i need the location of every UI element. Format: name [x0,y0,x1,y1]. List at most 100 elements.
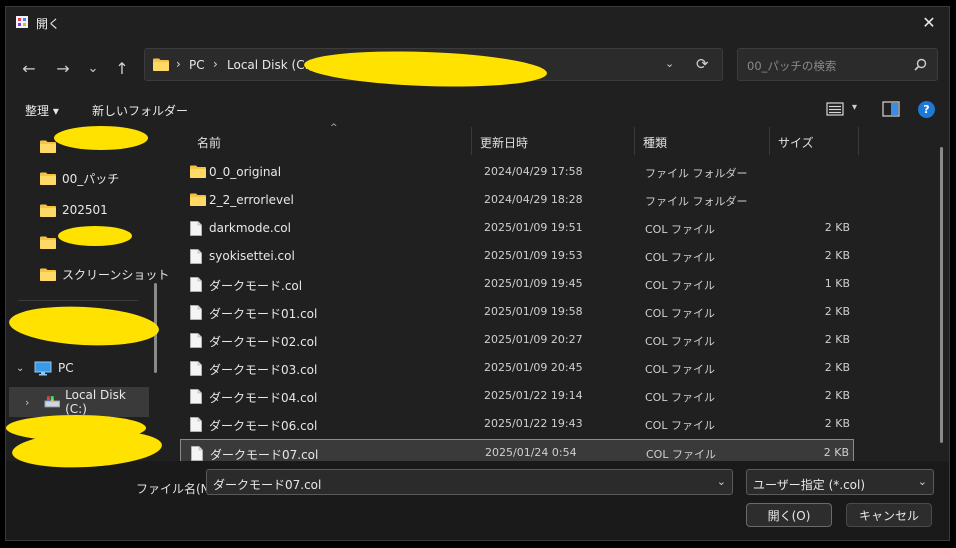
folder-icon [40,172,56,185]
recent-locations-button[interactable]: ⌄ [80,55,106,81]
list-view-icon [826,102,844,116]
sidebar-item-label: Local Disk (C:) [65,388,126,416]
open-button[interactable]: 開く(O) [746,503,832,527]
file-name: darkmode.col [209,221,291,235]
chevron-down-icon[interactable]: ⌄ [717,475,726,488]
file-icon [190,333,202,348]
file-icon [190,249,202,267]
sidebar-item-local-disk[interactable]: › Local Disk (C:) [9,387,149,417]
filetype-select[interactable]: ユーザー指定 (*.col) ⌄ [746,469,934,495]
chevron-down-icon: ⌄ [917,475,927,488]
file-type: COL ファイル [646,448,716,461]
forward-button[interactable]: → [50,55,76,81]
file-icon [190,221,202,239]
file-name: syokisettei.col [209,249,295,263]
file-date: 2025/01/22 19:14 [484,389,583,402]
file-date: 2025/01/09 19:53 [484,249,583,262]
title-bar: 開く ✕ [6,7,949,37]
file-icon [191,446,203,461]
file-size: 2 KB [824,361,850,374]
folder-icon [40,204,56,217]
file-row[interactable]: ダークモード.col 2025/01/09 19:45 COL ファイル 1 KB [180,271,854,297]
file-name: ダークモード06.col [209,419,318,433]
sidebar-item-00-patch[interactable]: 00_パッチ [40,167,119,189]
file-icon [190,305,202,323]
drive-icon [44,396,60,408]
search-icon [914,58,927,71]
file-row[interactable]: 0_0_original 2024/04/29 17:58 ファイル フォルダー [180,159,854,185]
folder-icon [190,165,206,181]
file-row[interactable]: ダークモード02.col 2025/01/09 20:27 COL ファイル 2 KB [180,327,854,353]
file-icon [190,389,202,404]
column-divider[interactable] [858,127,859,155]
refresh-icon[interactable]: ⟳ [696,55,709,73]
file-type: COL ファイル [645,251,715,264]
file-icon [190,361,202,376]
sidebar-item-screenshots[interactable]: スクリーンショット [40,263,169,285]
file-icon [190,417,202,432]
close-button[interactable]: ✕ [909,7,949,37]
preview-pane-icon[interactable] [882,101,900,117]
sidebar-item-label: 202501 [62,203,108,217]
chevron-down-icon: ⌄ [87,60,99,76]
column-header-type[interactable]: 種類 [643,129,667,155]
column-divider[interactable] [471,127,472,155]
file-row[interactable]: ダークモード03.col 2025/01/09 20:45 COL ファイル 2 KB [180,355,854,381]
breadcrumb-local-disk[interactable]: Local Disk (C:) [227,58,313,72]
column-divider[interactable] [634,127,635,155]
file-name: ダークモード.col [209,279,303,293]
breadcrumb-separator: › [176,57,181,71]
cancel-button[interactable]: キャンセル [846,503,932,527]
view-options-button[interactable]: ▾ [826,101,862,119]
filename-value: ダークモード07.col [213,478,322,492]
breadcrumb-pc[interactable]: PC [189,58,205,72]
file-row[interactable]: ダークモード06.col 2025/01/22 19:43 COL ファイル 2 KB [180,411,854,437]
file-size: 2 KB [824,249,850,262]
file-name: 0_0_original [209,165,282,179]
file-row[interactable]: ダークモード01.col 2025/01/09 19:58 COL ファイル 2 KB [180,299,854,325]
file-date: 2025/01/09 19:45 [484,277,583,290]
file-type: COL ファイル [645,279,715,292]
address-dropdown-icon[interactable]: ⌄ [665,57,674,70]
column-header-date[interactable]: 更新日時 [480,129,528,155]
folder-icon [190,193,206,206]
file-row[interactable]: ダークモード04.col 2025/01/22 19:14 COL ファイル 2 KB [180,383,854,409]
arrow-up-icon: ↑ [115,58,129,78]
column-header-size[interactable]: サイズ [778,129,814,155]
column-header-name[interactable]: 名前 [197,129,221,155]
file-type: ファイル フォルダー [645,167,748,180]
back-button[interactable]: ← [16,55,42,81]
file-type: COL ファイル [645,223,715,236]
arrow-left-icon: ← [22,58,36,78]
help-button[interactable]: ? [918,101,935,118]
navigation-pane: 00_パッチ 202501 スクリーンショット ⌄ PC › Local Dis… [6,123,169,461]
file-name: ダークモード04.col [209,391,318,405]
file-date: 2024/04/29 18:28 [484,193,583,206]
up-button[interactable]: ↑ [109,55,135,81]
organize-button[interactable]: 整理 ▾ [25,102,59,119]
file-type: COL ファイル [645,335,715,348]
redaction-mark [58,226,132,246]
sidebar-item-pc[interactable]: ⌄ PC [16,357,74,379]
file-type: COL ファイル [645,391,715,404]
new-folder-button[interactable]: 新しいフォルダー [92,102,188,119]
filename-input[interactable]: ダークモード07.col ⌄ [206,469,733,495]
file-type: ファイル フォルダー [645,195,748,208]
file-date: 2024/04/29 17:58 [484,165,583,178]
file-icon [190,361,202,379]
file-icon [190,221,202,236]
file-row[interactable]: 2_2_errorlevel 2024/04/29 18:28 ファイル フォルダー [180,187,854,213]
file-row[interactable]: darkmode.col 2025/01/09 19:51 COL ファイル 2 KB [180,215,854,241]
breadcrumb-separator: › [213,57,218,71]
folder-icon [190,165,206,178]
sidebar-item-202501[interactable]: 202501 [40,199,108,221]
file-row[interactable]: syokisettei.col 2025/01/09 19:53 COL ファイル 2… [180,243,854,269]
file-size: 1 KB [824,277,850,290]
search-input[interactable]: 00_パッチの検索 [737,48,938,81]
file-type: COL ファイル [645,419,715,432]
monitor-icon [34,361,52,375]
file-list-scrollbar[interactable] [940,147,943,443]
column-divider[interactable] [769,127,770,155]
file-icon [190,305,202,320]
file-type: COL ファイル [645,307,715,320]
